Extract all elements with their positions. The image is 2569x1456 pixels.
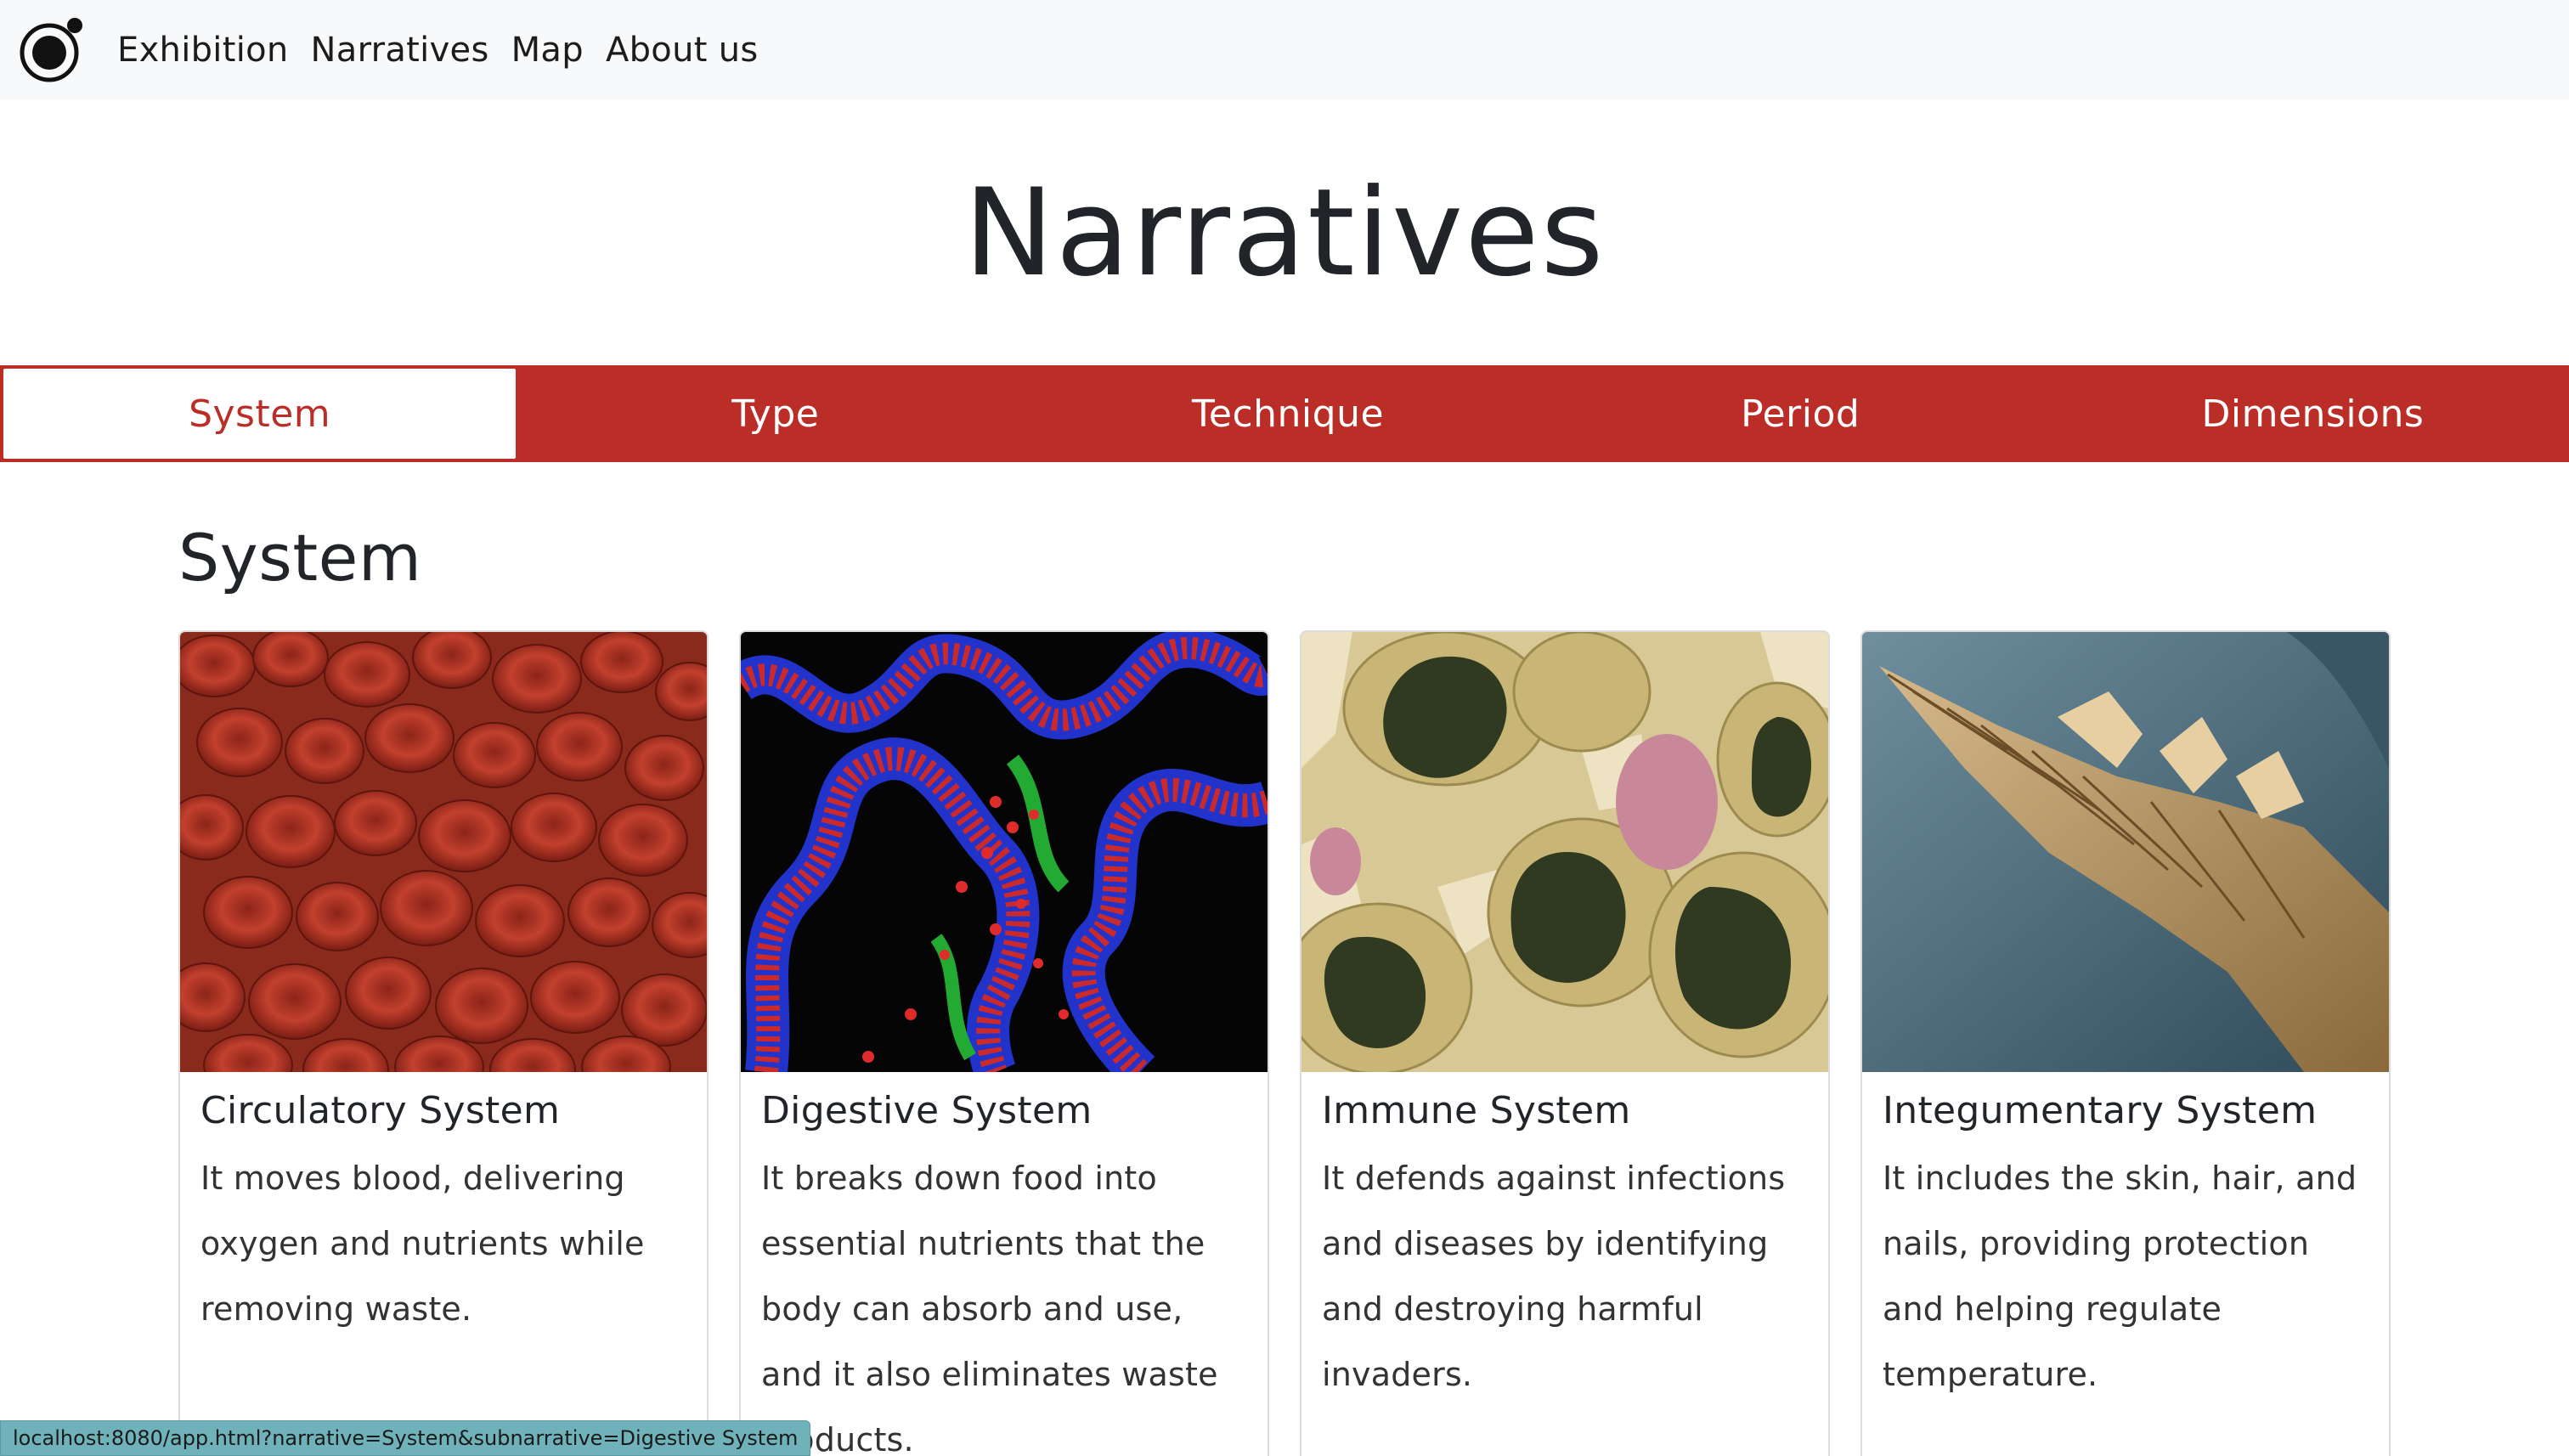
card-title: Circulatory System — [200, 1089, 561, 1132]
card-integumentary-system[interactable]: Integumentary System It includes the ski… — [1860, 630, 2391, 1456]
tab-period[interactable]: Period — [1544, 365, 2057, 462]
card-circulatory-system[interactable]: Circulatory System It moves blood, deliv… — [178, 630, 709, 1456]
top-navbar: Exhibition Narratives Map About us — [0, 0, 2569, 100]
nav-links: Exhibition Narratives Map About us — [117, 0, 781, 100]
page-title: Narratives — [963, 163, 1606, 303]
tab-technique[interactable]: Technique — [1031, 365, 1544, 462]
red-blood-cells-image — [180, 632, 707, 1072]
card-body: Circulatory System It moves blood, deliv… — [180, 1072, 707, 1359]
card-body: Digestive System It breaks down food int… — [741, 1072, 1268, 1456]
section-title: System — [178, 520, 422, 595]
nav-link-narratives[interactable]: Narratives — [311, 31, 489, 70]
intestinal-tissue-image — [741, 632, 1268, 1072]
card-text: It moves blood, delivering oxygen and nu… — [200, 1160, 645, 1328]
card-title: Digestive System — [761, 1089, 1093, 1132]
card-text: It includes the skin, hair, and nails, p… — [1883, 1160, 2357, 1393]
nav-link-exhibition[interactable]: Exhibition — [117, 31, 289, 70]
card-text: It breaks down food into essential nutri… — [761, 1160, 1218, 1456]
nav-link-map[interactable]: Map — [511, 31, 584, 70]
tab-dimensions[interactable]: Dimensions — [2057, 365, 2569, 462]
tab-type[interactable]: Type — [519, 365, 1031, 462]
card-digestive-system[interactable]: Digestive System It breaks down food int… — [739, 630, 1269, 1456]
card-body: Integumentary System It includes the ski… — [1862, 1072, 2389, 1425]
card-list: Circulatory System It moves blood, deliv… — [178, 630, 2391, 1456]
card-title: Integumentary System — [1883, 1089, 2318, 1132]
hair-strand-image — [1862, 632, 2389, 1072]
tab-system[interactable]: System — [2, 367, 518, 460]
card-immune-system[interactable]: Immune System It defends against infecti… — [1300, 630, 1830, 1456]
immune-cells-image — [1301, 632, 1828, 1072]
card-title: Immune System — [1322, 1089, 1631, 1132]
card-body: Immune System It defends against infecti… — [1301, 1072, 1828, 1425]
card-text: It defends against infections and diseas… — [1322, 1160, 1786, 1393]
status-bar-url: localhost:8080/app.html?narrative=System… — [0, 1420, 811, 1456]
narrative-tabs: System Type Technique Period Dimensions — [0, 365, 2569, 462]
circle-logo-icon[interactable] — [17, 15, 87, 85]
nav-link-about-us[interactable]: About us — [606, 31, 759, 70]
